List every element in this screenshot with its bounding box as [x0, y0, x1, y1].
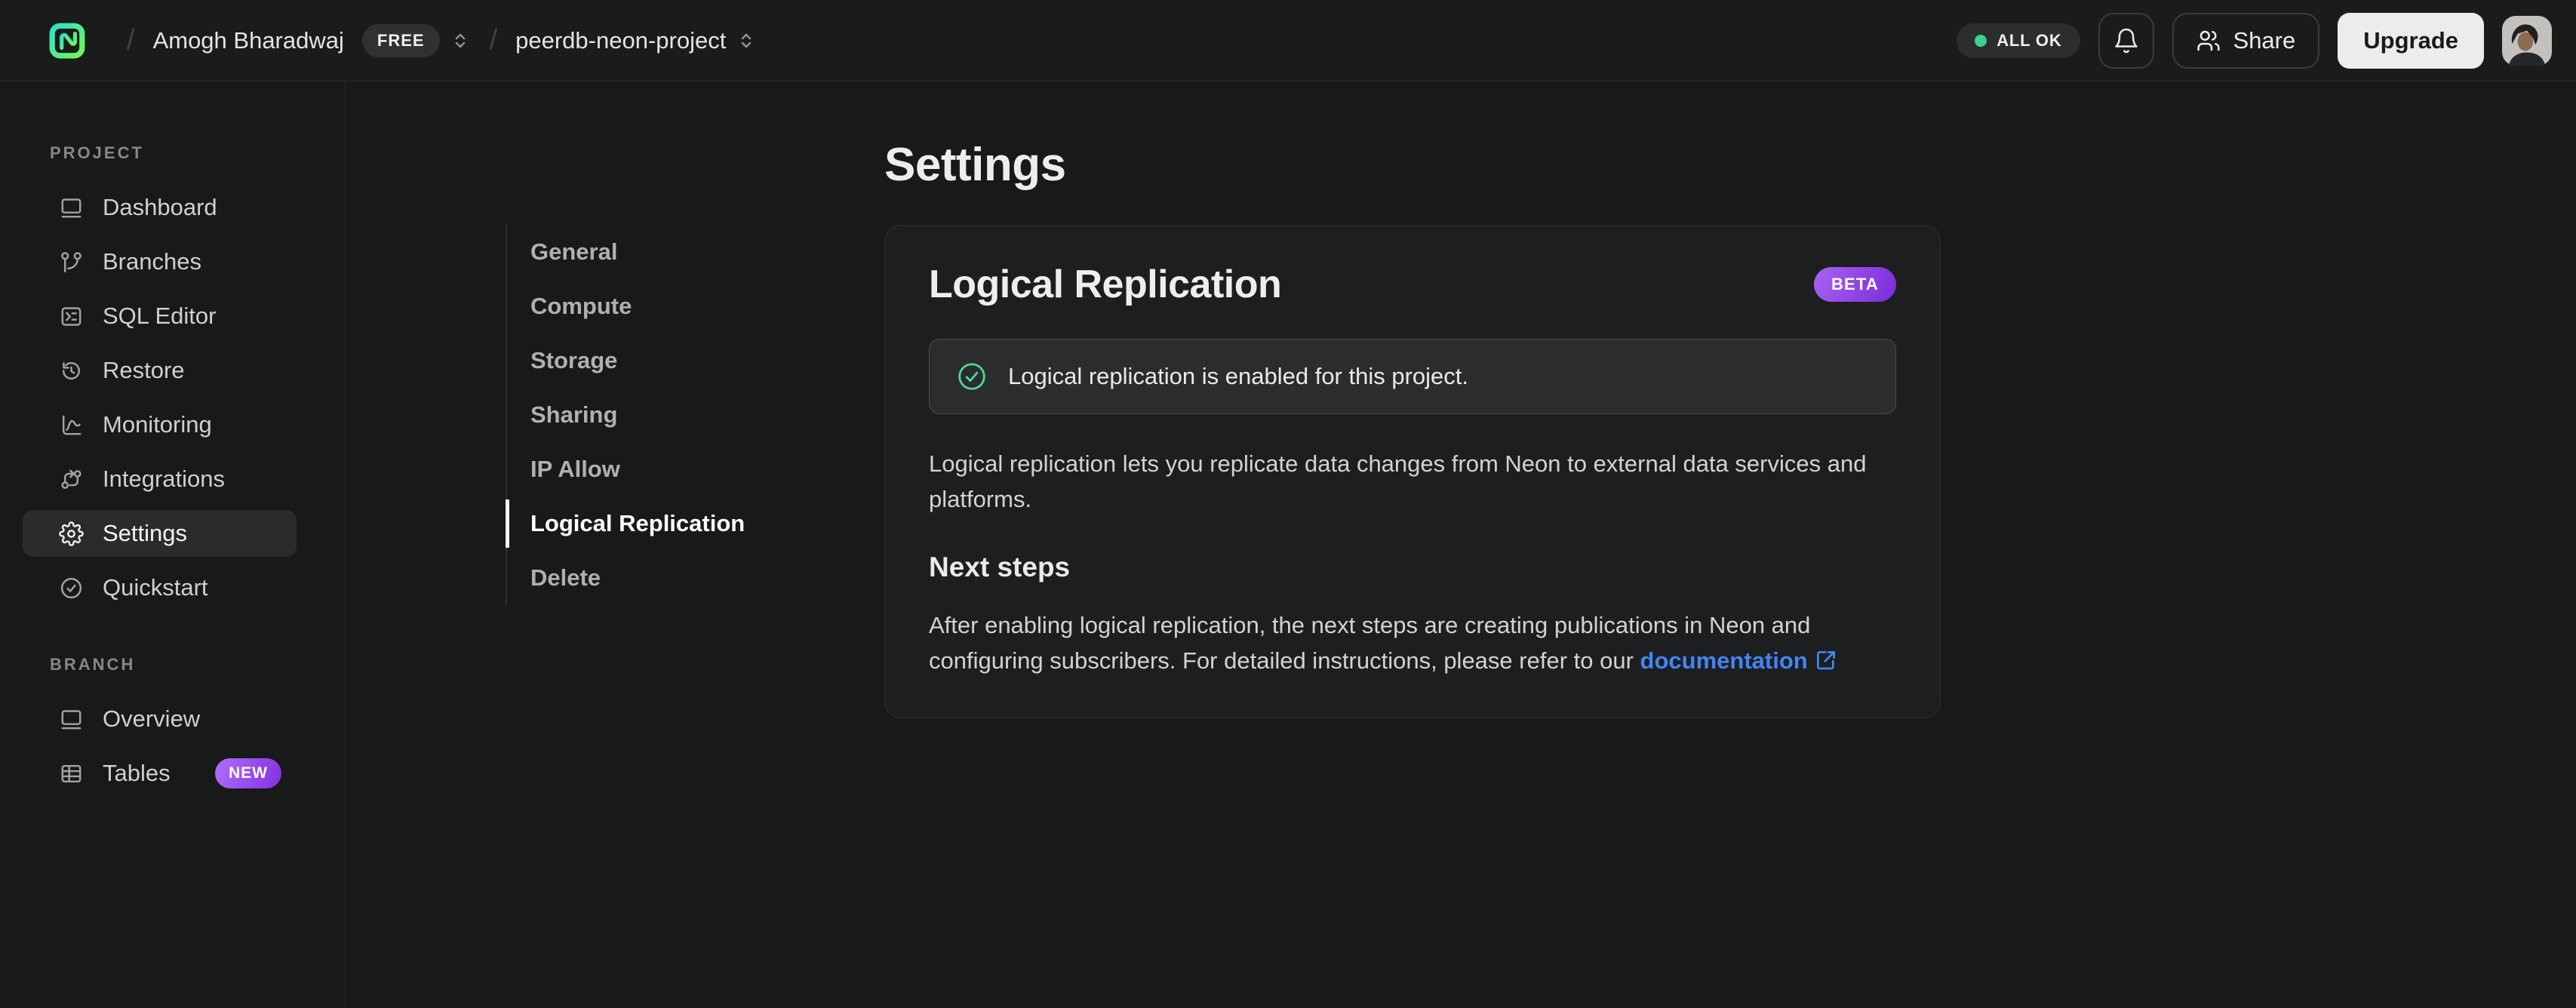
topbar-actions: ALL OK Share Upgrade [1957, 12, 2552, 69]
settings-nav-logical-replication[interactable]: Logical Replication [506, 496, 884, 551]
sidebar-item-label: Branches [103, 248, 201, 275]
git-branch-icon [61, 251, 81, 272]
settings-nav: General Compute Storage Sharing IP Allow… [506, 225, 884, 605]
share-button[interactable]: Share [2172, 12, 2320, 69]
sidebar-item-integrations[interactable]: Integrations [23, 456, 297, 502]
sidebar-item-branches[interactable]: Branches [23, 238, 297, 285]
project-name: peerdb-neon-project [515, 26, 727, 54]
settings-nav-general[interactable]: General [507, 225, 884, 279]
banner-text: Logical replication is enabled for this … [1008, 363, 1469, 389]
card-description: Logical replication lets you replicate d… [929, 450, 1867, 512]
status-dot-icon [1975, 34, 1987, 47]
avatar-image [2502, 15, 2552, 66]
bell-icon [2114, 28, 2138, 53]
settings-nav-compute[interactable]: Compute [507, 279, 884, 333]
sidebar-item-sql-editor[interactable]: SQL Editor [23, 293, 297, 340]
org-breadcrumb[interactable]: Amogh Bharadwaj FREE [152, 23, 472, 57]
sidebar-item-dashboard[interactable]: Dashboard [23, 184, 297, 231]
check-circle-icon [60, 577, 82, 598]
sidebar-section-gap [0, 619, 345, 655]
sidebar-item-restore[interactable]: Restore [23, 347, 297, 394]
users-icon [2196, 30, 2220, 51]
check-circle-icon [958, 363, 985, 390]
sidebar-item-quickstart[interactable]: Quickstart [23, 564, 297, 611]
sidebar-item-label: Monitoring [103, 411, 212, 438]
breadcrumb-separator: / [489, 24, 498, 56]
integrations-icon [61, 469, 81, 489]
notifications-button[interactable] [2098, 12, 2154, 69]
card-title: Logical Replication [929, 263, 1282, 306]
unfold-more-icon [455, 33, 465, 48]
external-link-icon [1816, 651, 1835, 670]
avatar[interactable] [2502, 15, 2552, 66]
settings-nav-delete[interactable]: Delete [507, 551, 884, 605]
settings-nav-storage[interactable]: Storage [507, 333, 884, 388]
sidebar-item-label: SQL Editor [103, 303, 217, 329]
sidebar-item-label: Tables [103, 760, 171, 786]
neon-logo-icon[interactable] [48, 22, 86, 60]
sidebar-item-label: Settings [103, 520, 188, 546]
settings-nav-sharing[interactable]: Sharing [507, 388, 884, 442]
upgrade-button[interactable]: Upgrade [2338, 12, 2484, 69]
sidebar: PROJECT Dashboard Branches SQL Editor Re… [0, 81, 346, 1008]
sidebar-item-label: Quickstart [103, 574, 208, 601]
project-breadcrumb[interactable]: peerdb-neon-project [515, 27, 758, 54]
unfold-more-icon [742, 33, 752, 48]
logical-replication-card: Logical Replication BETA Logical replica… [884, 225, 1941, 718]
sidebar-item-label: Integrations [103, 466, 225, 492]
sidebar-item-label: Overview [103, 705, 201, 732]
sidebar-item-label: Restore [103, 357, 185, 383]
top-bar: / Amogh Bharadwaj FREE / peerdb-neon-pro… [0, 0, 2576, 81]
status-label: ALL OK [1997, 30, 2062, 50]
documentation-link-label: documentation [1640, 647, 1808, 674]
chart-line-icon [62, 415, 81, 435]
sidebar-item-settings[interactable]: Settings [23, 510, 297, 557]
sidebar-item-label: Dashboard [103, 194, 217, 220]
main-content: Settings General Compute Storage Sharing… [346, 81, 2576, 1008]
sidebar-section-branch: BRANCH [50, 655, 136, 674]
sidebar-item-monitoring[interactable]: Monitoring [23, 401, 297, 448]
gear-icon [59, 521, 84, 546]
sidebar-item-tables[interactable]: Tables NEW [23, 750, 297, 797]
breadcrumb-separator: / [127, 24, 135, 56]
card-header: Logical Replication BETA [929, 262, 1896, 307]
new-badge: NEW [215, 758, 281, 788]
success-banner: Logical replication is enabled for this … [929, 339, 1896, 414]
terminal-icon [61, 306, 81, 326]
org-name: Amogh Bharadwaj [152, 26, 344, 54]
share-label: Share [2233, 26, 2296, 54]
sidebar-item-overview[interactable]: Overview [23, 696, 297, 742]
sidebar-section-project: PROJECT [50, 143, 144, 162]
documentation-link[interactable]: documentation [1640, 647, 1837, 674]
table-icon [61, 764, 81, 782]
beta-badge: BETA [1813, 267, 1896, 302]
settings-nav-ip-allow[interactable]: IP Allow [507, 442, 884, 496]
status-pill[interactable]: ALL OK [1957, 23, 2080, 58]
page-title: Settings [884, 139, 1066, 191]
next-steps-text: After enabling logical replication, the … [929, 607, 1896, 678]
next-steps-title: Next steps [929, 552, 1071, 582]
window-icon [61, 709, 81, 729]
plan-badge: FREE [361, 23, 440, 57]
history-icon [62, 361, 81, 380]
dashboard-icon [61, 198, 81, 217]
